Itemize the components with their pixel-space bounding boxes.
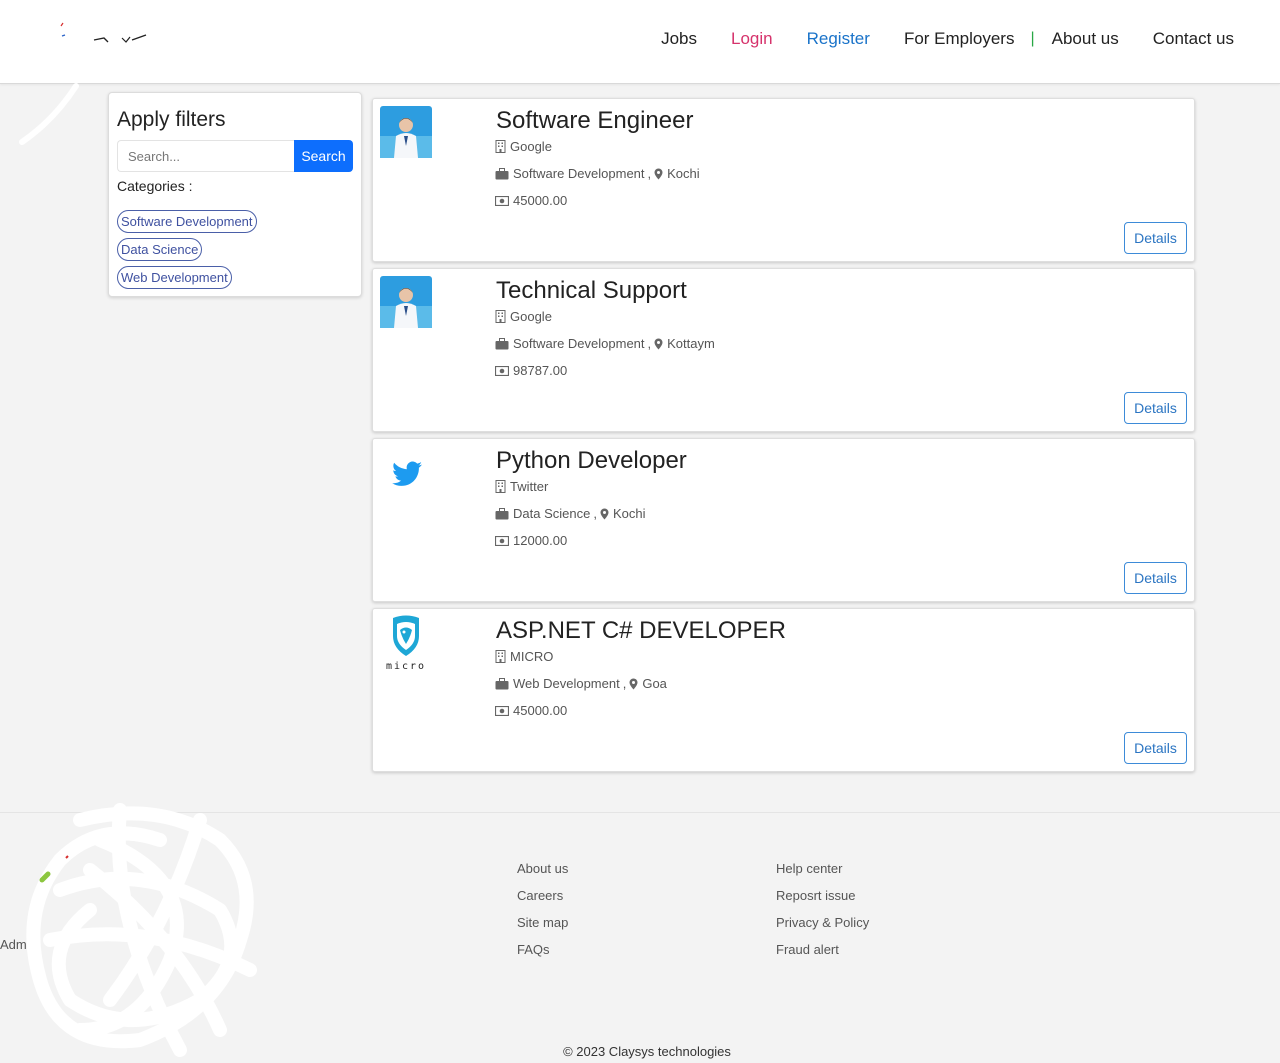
job-category-location: Web Development , Goa xyxy=(495,676,667,691)
category-list: Software Development Data Science Web De… xyxy=(117,210,353,289)
scribble-stroke xyxy=(19,83,79,145)
job-location: Kottaym xyxy=(667,336,715,351)
job-category-location: Software Development , Kochi xyxy=(495,166,700,181)
twitter-bird-logo-icon xyxy=(392,461,422,486)
job-salary: 45000.00 xyxy=(495,703,567,718)
job-salary: 45000.00 xyxy=(495,193,567,208)
job-title[interactable]: Software Engineer xyxy=(496,107,693,135)
money-bill-icon xyxy=(495,535,509,546)
nav-separator: | xyxy=(1030,30,1035,47)
site-logo[interactable] xyxy=(56,18,156,58)
job-location: Kochi xyxy=(612,506,646,521)
job-salary-value: 45000.00 xyxy=(513,703,568,718)
footer-link-site-map[interactable]: Site map xyxy=(517,909,568,936)
category-chip-data-science[interactable]: Data Science xyxy=(117,238,203,261)
separator-comma: , xyxy=(647,336,652,351)
job-company: Twitter xyxy=(495,479,548,494)
job-salary-value: 98787.00 xyxy=(513,363,568,378)
search-group: Search xyxy=(117,140,353,172)
footer-link-privacy-policy[interactable]: Privacy & Policy xyxy=(776,909,869,936)
footer-column-company: About us Careers Site map FAQs xyxy=(517,855,568,963)
nav-jobs[interactable]: Jobs xyxy=(661,26,697,52)
job-company-name: MICRO xyxy=(510,649,554,664)
job-company: MICRO xyxy=(495,649,553,664)
job-title[interactable]: ASP.NET C# DEVELOPER xyxy=(496,617,786,645)
briefcase-icon xyxy=(495,337,509,349)
footer-link-fraud-alert[interactable]: Fraud alert xyxy=(776,936,869,963)
job-title[interactable]: Technical Support xyxy=(496,277,687,305)
micro-logo-text: micro xyxy=(386,661,426,672)
briefcase-icon xyxy=(495,167,509,179)
job-category-location: Data Science , Kochi xyxy=(495,506,645,521)
nav-register[interactable]: Register xyxy=(807,26,870,52)
separator-comma: , xyxy=(593,506,597,521)
filters-panel: Apply filters Search Categories : Softwa… xyxy=(108,92,362,297)
job-category: Software Development xyxy=(513,336,645,351)
details-button[interactable]: Details xyxy=(1124,732,1187,764)
job-salary-value: 12000.00 xyxy=(513,533,568,548)
job-location: Goa xyxy=(642,676,667,691)
details-button[interactable]: Details xyxy=(1124,222,1187,254)
company-logo-person-photo xyxy=(380,276,432,328)
job-card: Software Engineer Google Software Develo… xyxy=(372,98,1195,262)
footer-column-support: Help center Repos‌rt issue Privacy & Pol… xyxy=(776,855,869,963)
map-pin-icon xyxy=(654,168,663,179)
job-company-name: Google xyxy=(510,309,552,324)
job-company-name: Google xyxy=(510,139,552,154)
nav-for-employers[interactable]: For Employers xyxy=(904,26,1015,52)
briefcase-icon xyxy=(495,677,509,689)
redaction-scribble xyxy=(26,803,257,1057)
footer-link-help-center[interactable]: Help center xyxy=(776,855,869,882)
money-bill-icon xyxy=(495,195,509,206)
building-icon xyxy=(495,310,506,323)
separator-comma: , xyxy=(647,166,652,181)
footer-link-about-us[interactable]: About us xyxy=(517,855,568,882)
job-company: Google xyxy=(495,139,552,154)
map-pin-icon xyxy=(600,508,609,519)
briefcase-icon xyxy=(495,507,509,519)
job-card: Technical Support Google Software Develo… xyxy=(372,268,1195,432)
footer-link-report-issue[interactable]: Repos‌rt issue xyxy=(776,882,869,909)
details-button[interactable]: Details xyxy=(1124,392,1187,424)
job-category: Software Development xyxy=(513,166,645,181)
micro-shield-logo-icon: micro xyxy=(386,615,426,672)
footer-link-careers[interactable]: Careers xyxy=(517,882,568,909)
map-pin-icon xyxy=(629,678,638,689)
copyright-text: © 2023 Claysys technologies xyxy=(563,1044,731,1059)
job-salary-value: 45000.00 xyxy=(513,193,568,208)
search-input[interactable] xyxy=(117,140,294,172)
building-icon xyxy=(495,140,506,153)
nav-login[interactable]: Login xyxy=(731,26,773,52)
job-category: Data Science xyxy=(513,506,591,521)
footer-link-faqs[interactable]: FAQs xyxy=(517,936,568,963)
filters-title: Apply filters xyxy=(117,108,226,131)
details-button[interactable]: Details xyxy=(1124,562,1187,594)
categories-label: Categories : xyxy=(117,178,193,194)
company-logo-person-photo xyxy=(380,106,432,158)
job-category-location: Software Development , Kottaym xyxy=(495,336,715,351)
job-location: Kochi xyxy=(667,166,700,181)
job-salary: 98787.00 xyxy=(495,363,567,378)
main-nav: Jobs Login Register For Employers | Abou… xyxy=(627,26,1234,52)
job-company: Google xyxy=(495,309,552,324)
separator-comma: , xyxy=(622,676,627,691)
job-card: Python Developer Twitter Data Science , … xyxy=(372,438,1195,602)
building-icon xyxy=(495,650,506,663)
building-icon xyxy=(495,480,506,493)
money-bill-icon xyxy=(495,705,509,716)
nav-about-us[interactable]: About us xyxy=(1052,26,1119,52)
job-category: Web Development xyxy=(513,676,620,691)
category-chip-web-development[interactable]: Web Development xyxy=(117,266,232,289)
job-salary: 12000.00 xyxy=(495,533,567,548)
category-chip-software-development[interactable]: Software Development xyxy=(117,210,257,233)
site-header: Jobs Login Register For Employers | Abou… xyxy=(0,0,1280,84)
map-pin-icon xyxy=(654,338,663,349)
search-button[interactable]: Search xyxy=(294,140,353,172)
job-company-name: Twitter xyxy=(510,479,549,494)
money-bill-icon xyxy=(495,365,509,376)
job-card: micro ASP.NET C# DEVELOPER MICRO Web Dev… xyxy=(372,608,1195,772)
nav-contact-us[interactable]: Contact us xyxy=(1153,26,1234,52)
job-title[interactable]: Python Developer xyxy=(496,447,687,475)
